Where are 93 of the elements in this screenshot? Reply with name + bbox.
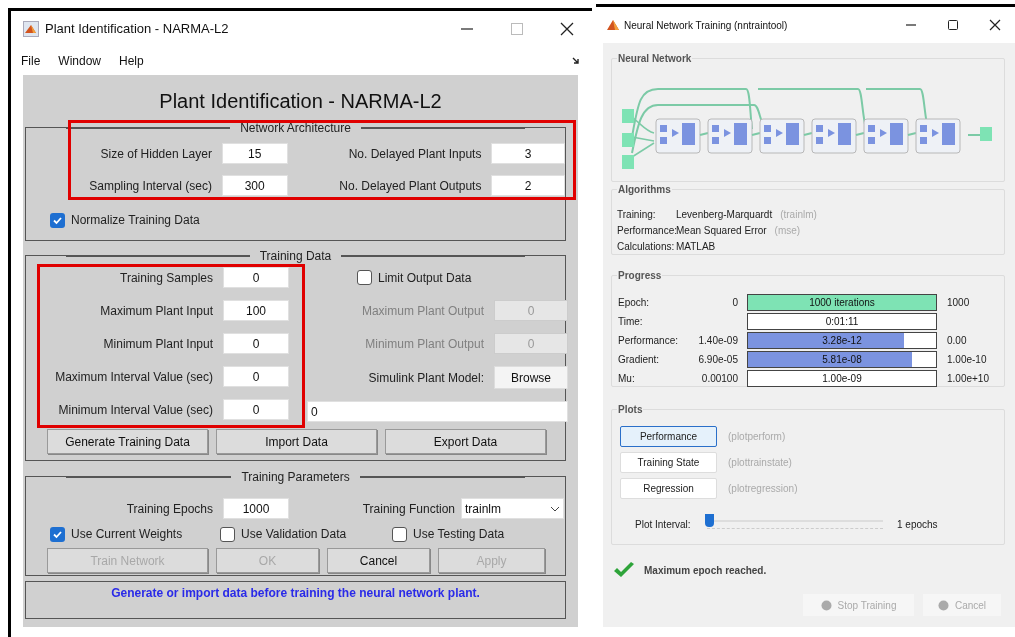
end-value: 1.00e+10 <box>947 371 989 386</box>
resize-arrow-icon[interactable] <box>572 57 580 65</box>
value: Mean Squared Error <box>676 224 767 238</box>
field-label: Sampling Interval (sec) <box>88 177 212 195</box>
input-field[interactable]: 0 <box>223 399 289 420</box>
input-field[interactable]: 2 <box>491 175 565 196</box>
slider-thumb[interactable] <box>705 514 714 527</box>
field-label: Minimum Interval Value (sec) <box>57 401 213 419</box>
checkbox[interactable] <box>392 526 407 542</box>
input-field[interactable]: 300 <box>221 175 288 196</box>
browse-button[interactable]: Browse <box>494 366 568 389</box>
close-icon[interactable] <box>989 19 1001 31</box>
field-label: Minimum Plant Input <box>102 335 213 353</box>
stop-icon <box>937 599 949 611</box>
checkbox-label: Use Testing Data <box>413 526 505 543</box>
checkbox-label: Use Current Weights <box>71 526 183 543</box>
group-title: Progress <box>617 268 663 283</box>
detail-text: (trainlm) <box>780 208 817 222</box>
stop-icon <box>820 599 832 611</box>
input-field[interactable]: 0 <box>223 333 289 354</box>
field-label: Maximum Plant Input <box>99 302 213 320</box>
plot-button[interactable]: Performance <box>620 426 717 447</box>
label: Training: <box>617 208 657 222</box>
label: Epoch: <box>618 295 651 310</box>
progress-reading: 5.81e-08 <box>821 352 863 367</box>
field-label: Maximum Interval Value (sec) <box>54 368 213 386</box>
label: Calculations: <box>617 240 676 254</box>
start-value: 0 <box>731 295 738 310</box>
progress-reading: 1000 iterations <box>808 295 876 310</box>
app-icon <box>23 21 39 37</box>
field-label: Simulink Plant Model: <box>367 369 484 387</box>
plot-button[interactable]: Regression <box>620 478 717 499</box>
plot-button[interactable]: Training State <box>620 452 717 473</box>
button[interactable]: Cancel <box>327 548 430 573</box>
field-label: Training Function <box>361 500 455 518</box>
checkbox[interactable] <box>50 212 65 228</box>
menu-item[interactable]: Window <box>58 52 102 70</box>
group-title: Algorithms <box>617 182 672 197</box>
checkbox[interactable] <box>357 270 372 285</box>
dropdown[interactable]: trainlm <box>461 498 564 519</box>
detail-text: (plottrainstate) <box>728 456 792 470</box>
button[interactable]: Import Data <box>216 429 377 454</box>
field-label: No. Delayed Plant Outputs <box>338 177 482 195</box>
maximize-icon[interactable] <box>947 19 959 31</box>
button[interactable]: Generate Training Data <box>47 429 208 454</box>
checkbox-label: Use Validation Data <box>241 526 347 543</box>
end-value: 1.00e-10 <box>947 352 987 367</box>
check-icon <box>613 562 635 578</box>
label: Mu: <box>618 371 636 386</box>
input-field[interactable]: 1000 <box>223 498 289 519</box>
label: Time: <box>618 314 644 329</box>
checkbox-label: Normalize Training Data <box>71 212 200 229</box>
field-label: Maximum Plant Output <box>360 302 484 320</box>
progress-reading: 3.28e-12 <box>821 333 863 348</box>
dropdown-value: trainlm <box>465 500 501 518</box>
detail-text: (mse) <box>774 224 801 238</box>
status-message: Generate or import data before training the neural network plant. <box>111 585 480 602</box>
field-label: Training Samples <box>119 269 213 287</box>
input-field[interactable]: 0 <box>223 366 289 387</box>
input-field[interactable]: 15 <box>221 143 288 164</box>
detail-text: (plotperform) <box>728 430 786 444</box>
field-label: Training Epochs <box>125 500 213 518</box>
close-icon[interactable] <box>560 22 574 36</box>
input-field[interactable]: 100 <box>223 300 289 321</box>
menu-item[interactable]: File <box>21 52 41 70</box>
field-label: No. Delayed Plant Inputs <box>347 145 482 163</box>
window-title: Plant Identification - NARMA-L2 <box>45 20 230 39</box>
checkbox[interactable] <box>220 526 235 542</box>
label: Performance: <box>617 224 676 238</box>
detail-text: (plotregression) <box>728 482 798 496</box>
value: Levenberg-Marquardt <box>676 208 773 222</box>
dialog-heading: Plant Identification - NARMA-L2 <box>158 89 443 114</box>
input-field[interactable]: 0 <box>223 267 289 288</box>
checkbox[interactable] <box>50 526 65 542</box>
status-message: Maximum epoch reached. <box>644 563 767 578</box>
chevron-down-icon <box>550 505 560 512</box>
menu-item[interactable]: Help <box>119 52 144 70</box>
field-label: Minimum Plant Output <box>364 335 484 353</box>
app-icon <box>606 18 620 32</box>
start-value: 0.00100 <box>700 371 738 386</box>
end-value: 1000 <box>947 295 970 310</box>
end-value: 0.00 <box>947 333 967 348</box>
field-label: Size of Hidden Layer <box>99 145 212 163</box>
checkbox-label: Limit Output Data <box>378 269 472 287</box>
start-value: 6.90e-05 <box>697 352 738 367</box>
slider-reading: 1 epochs <box>897 517 938 532</box>
input-field[interactable]: 0 <box>307 401 568 422</box>
input-field[interactable]: 3 <box>491 143 565 164</box>
label: Plot Interval: <box>635 517 692 532</box>
button[interactable]: Export Data <box>385 429 546 454</box>
window-title: Neural Network Training (nntraintool) <box>624 18 789 33</box>
value: MATLAB <box>676 240 716 254</box>
label: Gradient: <box>618 352 661 367</box>
